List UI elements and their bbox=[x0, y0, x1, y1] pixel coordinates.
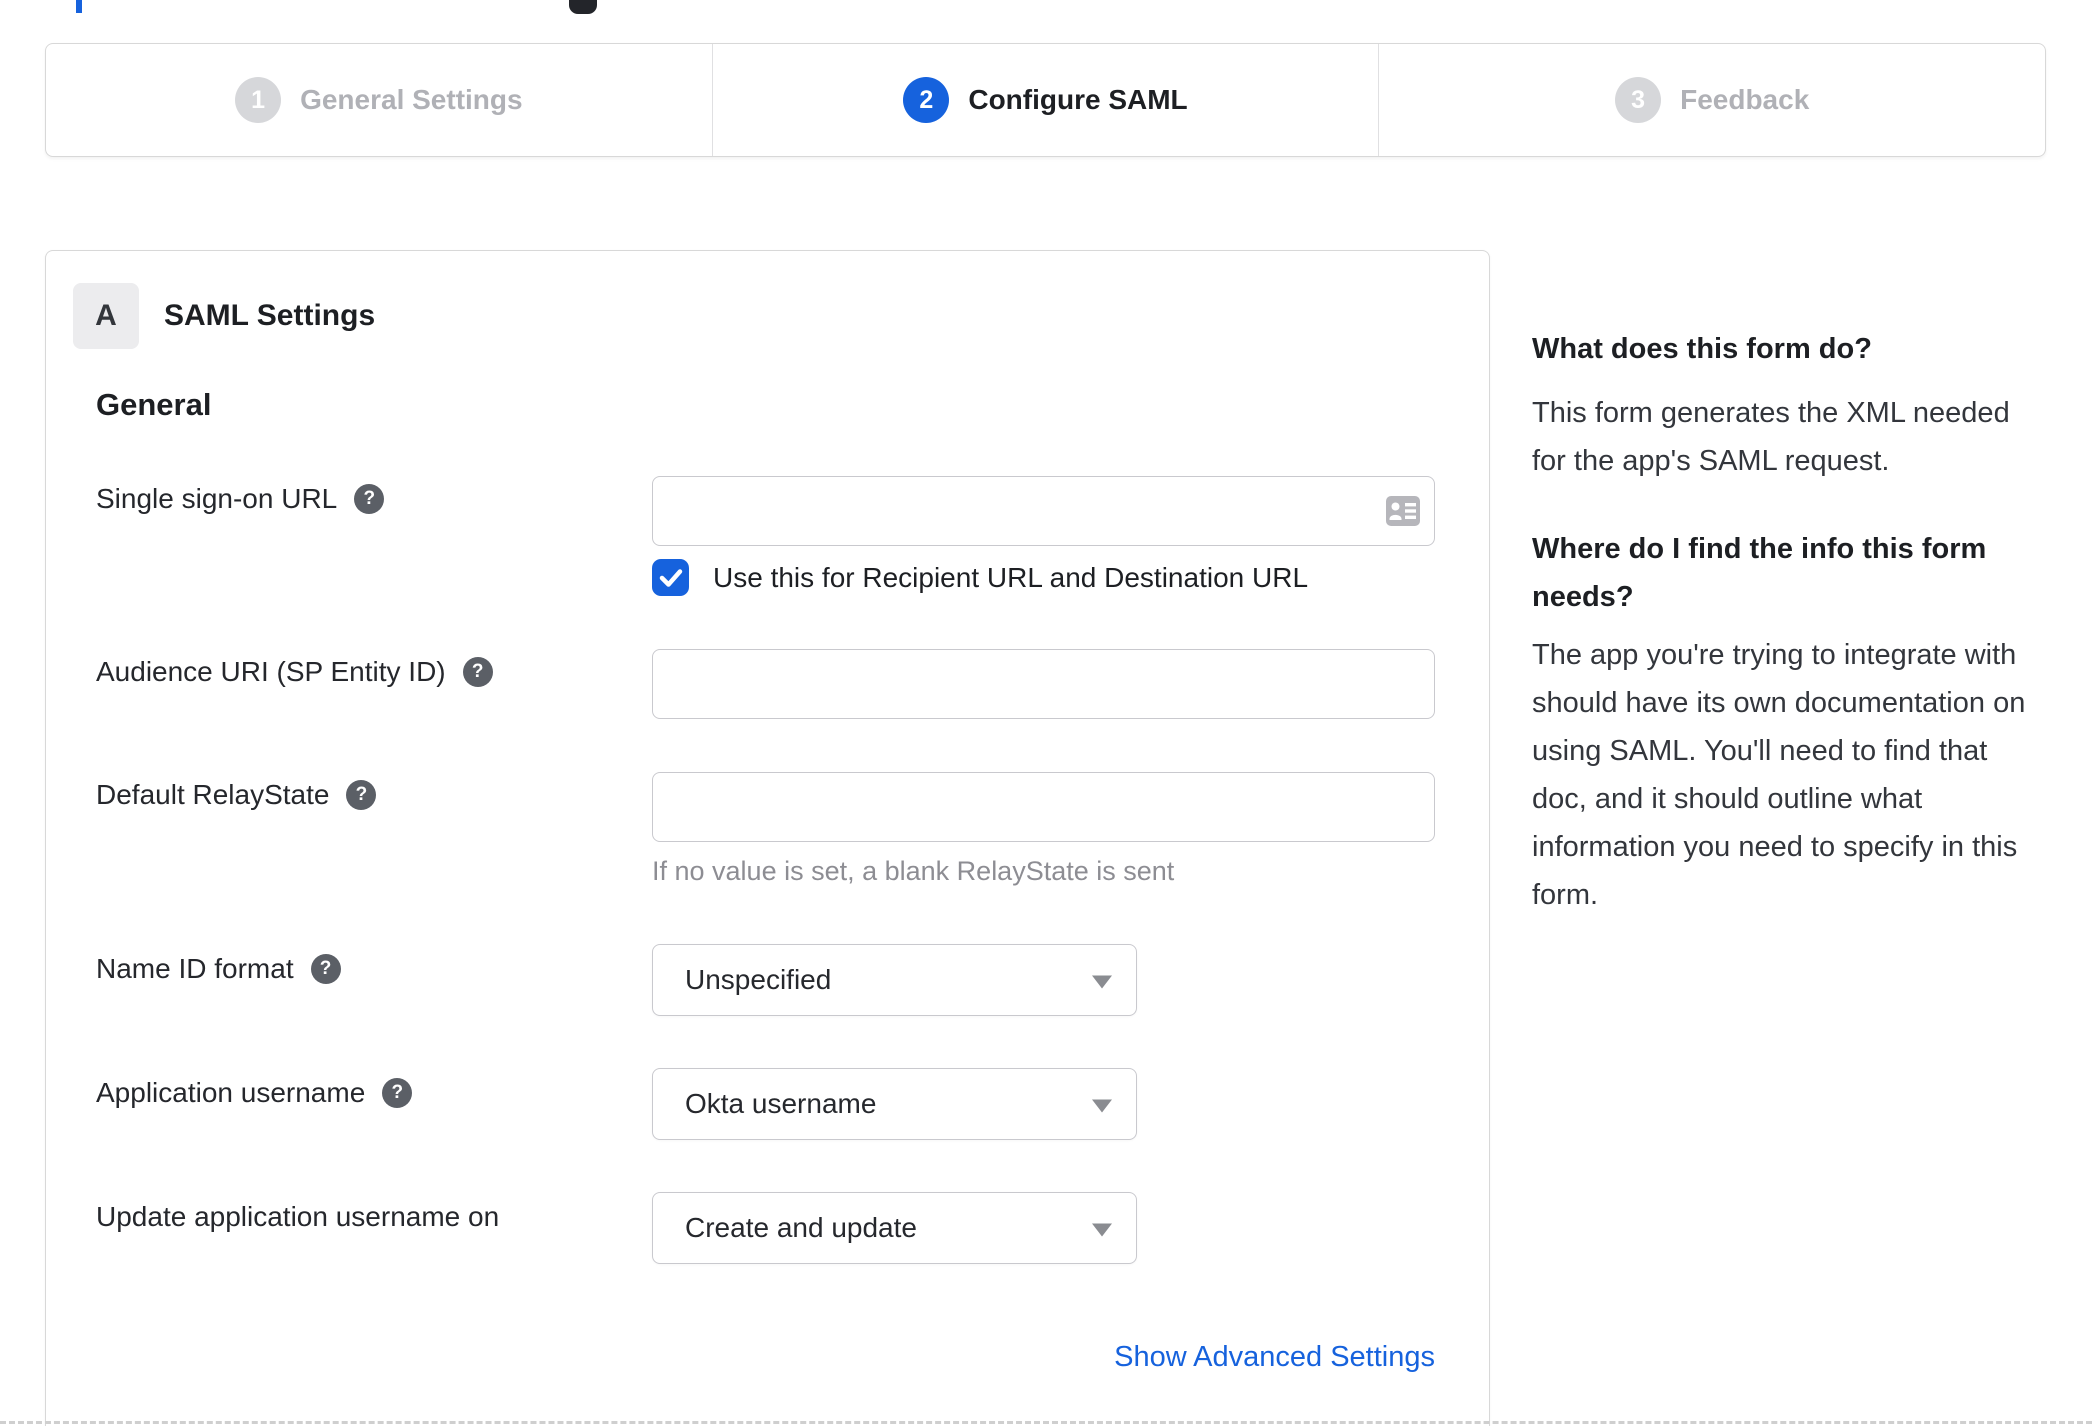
step-1-label: General Settings bbox=[300, 84, 523, 115]
step-3-circle: 3 bbox=[1615, 77, 1662, 123]
update-username-select[interactable]: Create and update bbox=[652, 1192, 1137, 1264]
recipient-url-checkbox-label: Use this for Recipient URL and Destinati… bbox=[713, 561, 1309, 593]
name-id-format-label: Name ID format ? bbox=[96, 949, 341, 989]
check-icon bbox=[659, 568, 682, 587]
chevron-down-icon bbox=[1092, 1099, 1112, 1113]
dashed-divider bbox=[0, 1421, 2092, 1424]
audience-uri-input[interactable] bbox=[652, 649, 1435, 719]
sso-url-label-text: Single sign-on URL bbox=[96, 483, 338, 514]
app-username-value: Okta username bbox=[685, 1088, 877, 1119]
sidebar-section-where: Where do I find the info this form needs… bbox=[1532, 525, 2044, 919]
recipient-url-checkrow: Use this for Recipient URL and Destinati… bbox=[652, 559, 1308, 596]
relaystate-label-text: Default RelayState bbox=[96, 779, 330, 810]
chevron-down-icon bbox=[1092, 975, 1112, 989]
sso-url-help-icon[interactable]: ? bbox=[354, 484, 385, 514]
sso-url-label: Single sign-on URL ? bbox=[96, 479, 385, 519]
sidebar-body-where: The app you're trying to integrate with … bbox=[1532, 639, 2026, 911]
relaystate-input[interactable] bbox=[652, 772, 1435, 842]
update-username-value: Create and update bbox=[685, 1212, 917, 1243]
sidebar-heading-what: What does this form do? bbox=[1532, 333, 1872, 365]
update-username-label-text: Update application username on bbox=[96, 1201, 500, 1232]
audience-uri-label: Audience URI (SP Entity ID) ? bbox=[96, 652, 493, 692]
name-id-format-select[interactable]: Unspecified bbox=[652, 944, 1137, 1016]
step-3-label: Feedback bbox=[1680, 84, 1810, 115]
audience-uri-help-icon[interactable]: ? bbox=[462, 657, 493, 687]
sidebar-body-what: This form generates the XML needed for t… bbox=[1532, 397, 2010, 477]
relaystate-help-icon[interactable]: ? bbox=[346, 780, 377, 810]
clipped-heading-fragment-dark bbox=[569, 0, 597, 14]
sidebar-heading-where: Where do I find the info this form needs… bbox=[1532, 533, 1987, 613]
audience-uri-label-text: Audience URI (SP Entity ID) bbox=[96, 656, 446, 687]
relaystate-hint: If no value is set, a blank RelayState i… bbox=[652, 856, 1175, 886]
recipient-url-checkbox[interactable] bbox=[652, 559, 689, 596]
name-id-format-help-icon[interactable]: ? bbox=[310, 954, 341, 984]
contact-card-icon bbox=[1386, 496, 1420, 526]
group-title-general: General bbox=[96, 387, 212, 422]
clipped-heading-fragment-blue bbox=[76, 0, 82, 13]
wizard-stepbar: 1 General Settings 2 Configure SAML 3 Fe… bbox=[45, 43, 2046, 157]
help-sidebar: What does this form do? This form genera… bbox=[1532, 325, 2044, 919]
app-username-select[interactable]: Okta username bbox=[652, 1068, 1137, 1140]
sso-url-input[interactable] bbox=[652, 476, 1435, 546]
step-feedback[interactable]: 3 Feedback bbox=[1378, 44, 2045, 156]
step-1-circle: 1 bbox=[235, 77, 282, 123]
name-id-format-label-text: Name ID format bbox=[96, 953, 294, 984]
app-username-help-icon[interactable]: ? bbox=[382, 1078, 413, 1108]
name-id-format-value: Unspecified bbox=[685, 964, 832, 995]
configure-saml-page: 1 General Settings 2 Configure SAML 3 Fe… bbox=[0, 0, 2092, 1426]
step-2-label: Configure SAML bbox=[968, 84, 1188, 115]
chevron-down-icon bbox=[1092, 1223, 1112, 1237]
step-general-settings[interactable]: 1 General Settings bbox=[46, 44, 712, 156]
app-username-label: Application username ? bbox=[96, 1073, 413, 1113]
relaystate-label: Default RelayState ? bbox=[96, 775, 377, 815]
saml-settings-card: A SAML Settings General Single sign-on U… bbox=[45, 250, 1490, 1426]
step-2-circle: 2 bbox=[903, 77, 950, 123]
update-username-label: Update application username on bbox=[96, 1197, 499, 1237]
section-a-badge: A bbox=[73, 283, 139, 349]
sso-url-input-wrap bbox=[652, 476, 1435, 546]
section-title: SAML Settings bbox=[164, 299, 376, 332]
step-configure-saml[interactable]: 2 Configure SAML bbox=[711, 44, 1379, 156]
sidebar-section-what: What does this form do? This form genera… bbox=[1532, 325, 2044, 485]
show-advanced-settings-link[interactable]: Show Advanced Settings bbox=[652, 1341, 1435, 1374]
app-username-label-text: Application username bbox=[96, 1077, 366, 1108]
